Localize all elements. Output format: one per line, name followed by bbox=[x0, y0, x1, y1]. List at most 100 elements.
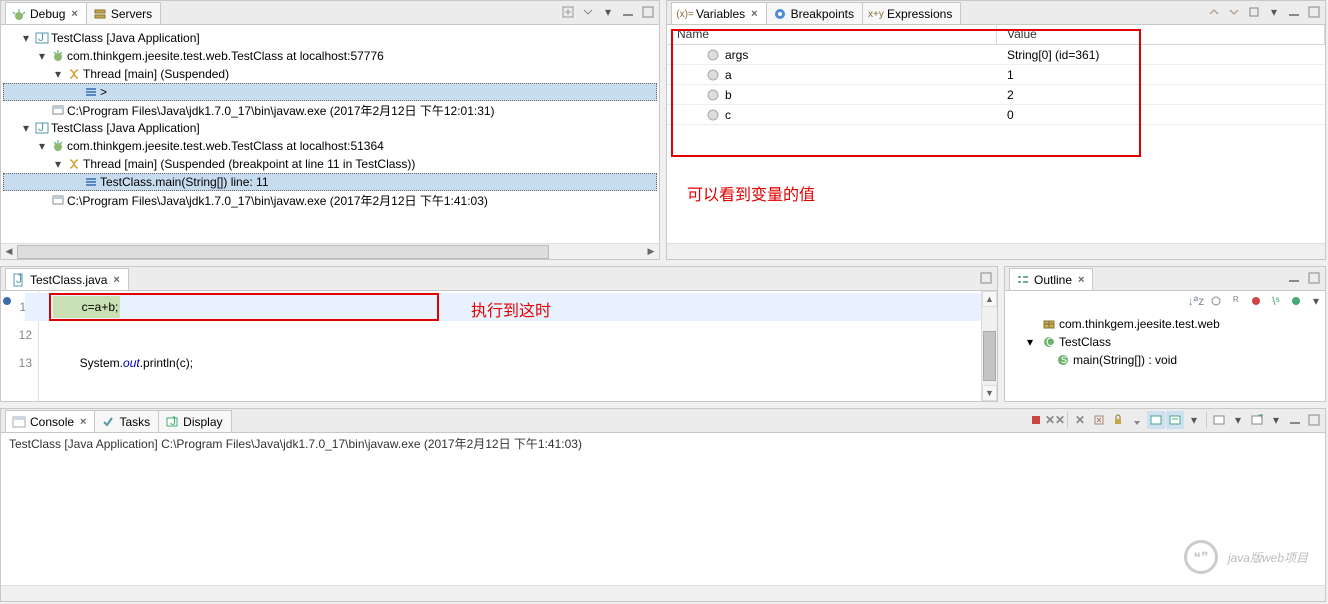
debug-tree[interactable]: ▾JTestClass [Java Application]▾com.think… bbox=[1, 25, 659, 243]
expand-icon[interactable]: ▾ bbox=[35, 49, 49, 63]
close-icon[interactable]: × bbox=[113, 274, 119, 286]
tab-debug[interactable]: Debug × bbox=[5, 2, 87, 24]
tree-label: C:\Program Files\Java\jdk1.7.0_17\bin\ja… bbox=[67, 102, 495, 119]
minimize-icon[interactable] bbox=[1285, 3, 1303, 21]
tab-expressions[interactable]: x+y Expressions bbox=[862, 2, 961, 24]
col-value[interactable]: Value bbox=[997, 25, 1325, 44]
close-icon[interactable]: × bbox=[1078, 274, 1084, 286]
outline-row[interactable]: com.thinkgem.jeesite.test.web bbox=[1007, 315, 1323, 333]
terminate-icon[interactable] bbox=[1027, 411, 1045, 429]
toolbar-dropdown[interactable]: ▾ bbox=[1307, 293, 1325, 309]
tab-breakpoints[interactable]: Breakpoints bbox=[766, 2, 863, 24]
h-scrollbar[interactable] bbox=[667, 243, 1325, 259]
expand-icon[interactable]: ▾ bbox=[19, 121, 33, 135]
display-selected-icon[interactable] bbox=[1147, 411, 1165, 429]
expand-icon[interactable] bbox=[68, 85, 82, 99]
tree-row[interactable]: ▾Thread [main] (Suspended (breakpoint at… bbox=[3, 155, 657, 173]
tab-servers[interactable]: Servers bbox=[86, 2, 161, 24]
outline-row[interactable]: smain(String[]) : void bbox=[1007, 351, 1323, 369]
maximize-icon[interactable] bbox=[1305, 3, 1323, 21]
toolbar-btn[interactable] bbox=[1245, 3, 1263, 21]
variable-row[interactable]: argsString[0] (id=361) bbox=[667, 45, 1325, 65]
expand-icon[interactable] bbox=[35, 103, 49, 117]
dropdown-icon[interactable]: ▾ bbox=[1267, 411, 1285, 429]
tree-row[interactable]: TestClass.main(String[]) line: 11 bbox=[3, 173, 657, 191]
tab-variables[interactable]: (x)= Variables × bbox=[671, 2, 767, 24]
remove-launch-icon[interactable]: ✕ bbox=[1071, 411, 1089, 429]
filter-fields-icon[interactable] bbox=[1207, 293, 1225, 309]
tree-row[interactable]: ▾Thread [main] (Suspended) bbox=[3, 65, 657, 83]
maximize-icon[interactable] bbox=[639, 3, 657, 21]
code-line[interactable]: System.out.println(c); bbox=[53, 349, 997, 377]
toolbar-dropdown[interactable]: ▾ bbox=[599, 3, 617, 21]
minimize-icon[interactable] bbox=[1286, 411, 1304, 429]
h-scrollbar[interactable]: ◀ ▶ bbox=[1, 243, 659, 259]
minimize-icon[interactable] bbox=[619, 3, 637, 21]
close-icon[interactable]: × bbox=[751, 8, 757, 20]
expand-icon[interactable]: ▾ bbox=[51, 157, 65, 171]
thread-icon bbox=[67, 157, 81, 171]
outline-tree[interactable]: com.thinkgem.jeesite.test.web▾CTestClass… bbox=[1005, 311, 1325, 401]
toolbar-btn[interactable] bbox=[1225, 3, 1243, 21]
tab-tasks[interactable]: Tasks bbox=[94, 410, 159, 432]
console-dropdown-icon[interactable] bbox=[1210, 411, 1228, 429]
code-line[interactable] bbox=[53, 321, 997, 349]
close-icon[interactable]: × bbox=[71, 8, 77, 20]
scroll-down-icon[interactable]: ▼ bbox=[982, 385, 997, 401]
scroll-up-icon[interactable]: ▲ bbox=[982, 291, 997, 307]
watermark-text: java版web项目 bbox=[1228, 549, 1308, 566]
filter-local-icon[interactable]: \ˢ bbox=[1267, 293, 1285, 309]
dropdown-icon[interactable]: ▾ bbox=[1229, 411, 1247, 429]
toolbar-dropdown[interactable]: ▾ bbox=[1265, 3, 1283, 21]
breakpoint-marker[interactable] bbox=[3, 297, 11, 305]
col-name[interactable]: Name bbox=[667, 25, 997, 44]
maximize-icon[interactable] bbox=[1305, 411, 1323, 429]
expand-icon[interactable]: ▾ bbox=[1027, 335, 1039, 349]
outline-tabbar: Outline × bbox=[1005, 267, 1325, 291]
outline-row[interactable]: ▾CTestClass bbox=[1007, 333, 1323, 351]
filter-nonpublic-icon[interactable] bbox=[1247, 293, 1265, 309]
toolbar-btn[interactable] bbox=[1205, 3, 1223, 21]
tree-row[interactable]: > bbox=[3, 83, 657, 101]
tree-row[interactable]: ▾JTestClass [Java Application] bbox=[3, 29, 657, 47]
tree-row[interactable]: ▾JTestClass [Java Application] bbox=[3, 119, 657, 137]
dropdown-icon[interactable]: ▾ bbox=[1185, 411, 1203, 429]
expand-icon[interactable]: ▾ bbox=[51, 67, 65, 81]
expand-icon[interactable]: ▾ bbox=[35, 139, 49, 153]
tree-row[interactable]: C:\Program Files\Java\jdk1.7.0_17\bin\ja… bbox=[3, 191, 657, 209]
pin-console-icon[interactable] bbox=[1128, 411, 1146, 429]
v-scrollbar[interactable]: ▲ ▼ bbox=[981, 291, 997, 401]
open-console-icon[interactable] bbox=[1166, 411, 1184, 429]
console-output[interactable] bbox=[1, 454, 1325, 585]
expand-icon[interactable] bbox=[68, 175, 82, 189]
filter-static-icon[interactable]: ᴿ bbox=[1227, 293, 1245, 309]
tree-row[interactable]: ▾com.thinkgem.jeesite.test.web.TestClass… bbox=[3, 137, 657, 155]
variable-row[interactable]: a1 bbox=[667, 65, 1325, 85]
new-console-icon[interactable]: + bbox=[1248, 411, 1266, 429]
tab-console[interactable]: Console × bbox=[5, 410, 95, 432]
tab-outline[interactable]: Outline × bbox=[1009, 268, 1093, 290]
maximize-icon[interactable] bbox=[977, 269, 995, 287]
expand-icon[interactable]: ▾ bbox=[19, 31, 33, 45]
variable-row[interactable]: c0 bbox=[667, 105, 1325, 125]
tree-row[interactable]: ▾com.thinkgem.jeesite.test.web.TestClass… bbox=[3, 47, 657, 65]
remove-all-icon[interactable]: ✕✕ bbox=[1046, 411, 1064, 429]
tree-row[interactable]: C:\Program Files\Java\jdk1.7.0_17\bin\ja… bbox=[3, 101, 657, 119]
tab-display[interactable]: J Display bbox=[158, 410, 231, 432]
tab-testclass[interactable]: J TestClass.java × bbox=[5, 268, 129, 290]
h-scrollbar[interactable] bbox=[1, 585, 1325, 601]
maximize-icon[interactable] bbox=[1305, 269, 1323, 287]
sort-icon[interactable]: ↓ªz bbox=[1187, 293, 1205, 309]
variable-row[interactable]: b2 bbox=[667, 85, 1325, 105]
expand-icon[interactable] bbox=[35, 193, 49, 207]
clear-console-icon[interactable] bbox=[1090, 411, 1108, 429]
scroll-thumb[interactable] bbox=[983, 331, 996, 381]
breakpoints-icon bbox=[773, 7, 787, 21]
process-icon bbox=[51, 193, 65, 207]
toolbar-btn[interactable] bbox=[579, 3, 597, 21]
close-icon[interactable]: × bbox=[80, 416, 86, 428]
toolbar-btn[interactable] bbox=[559, 3, 577, 21]
minimize-icon[interactable] bbox=[1285, 269, 1303, 287]
scroll-lock-icon[interactable] bbox=[1109, 411, 1127, 429]
hide-icon[interactable] bbox=[1287, 293, 1305, 309]
